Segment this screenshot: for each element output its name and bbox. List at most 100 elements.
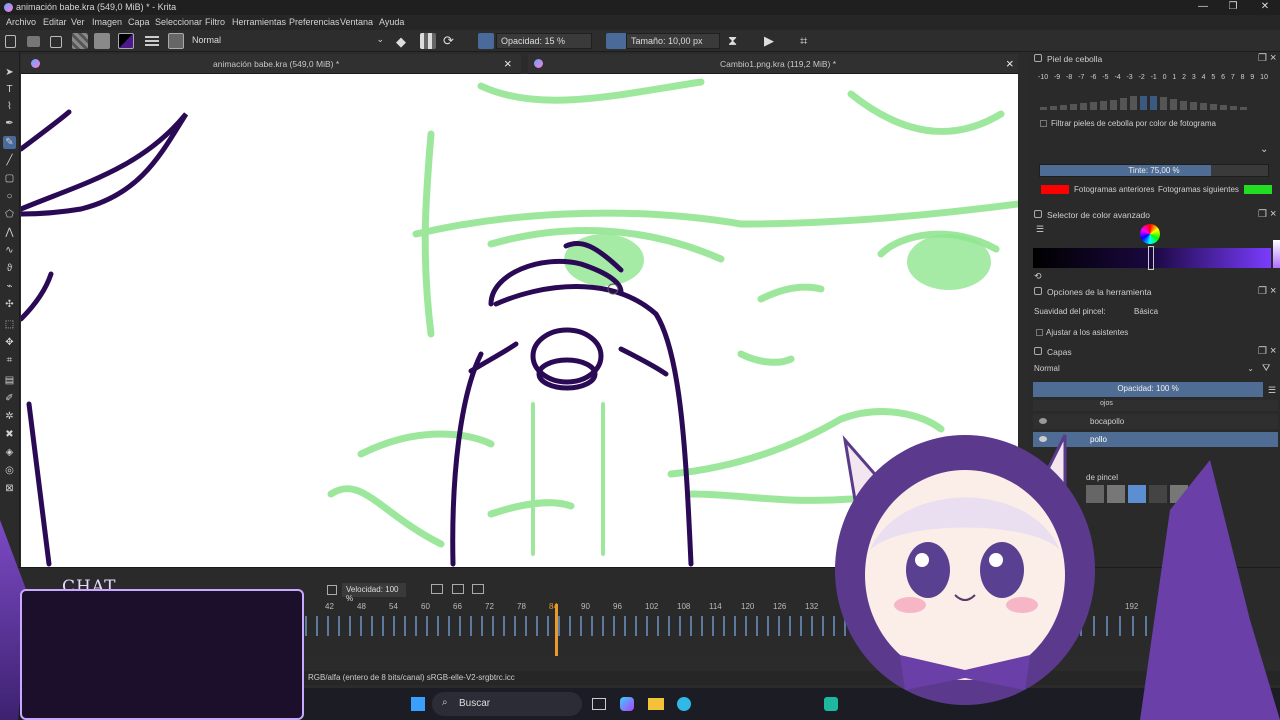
freehand-brush-icon[interactable]: ✎: [3, 136, 16, 149]
menu-capa[interactable]: Capa: [128, 17, 150, 27]
close-docker-icon[interactable]: ×: [1270, 285, 1276, 297]
color-history-strip[interactable]: [1273, 240, 1280, 268]
close-tab-icon[interactable]: ×: [1006, 56, 1014, 71]
brush-preset-icon[interactable]: [168, 33, 184, 49]
bezier-tool-icon[interactable]: ∿: [3, 244, 16, 257]
float-docker-icon[interactable]: ❐: [1258, 286, 1267, 297]
brush-settings-icon[interactable]: [145, 36, 159, 38]
color-swatch-icon[interactable]: [118, 33, 134, 49]
text-tool-icon[interactable]: T: [3, 83, 16, 96]
reset-color-icon[interactable]: ⟲: [1034, 271, 1042, 282]
save-icon[interactable]: [50, 36, 62, 48]
measure-tool-icon[interactable]: ⊠: [3, 482, 16, 495]
assistant-tool-icon[interactable]: ◎: [3, 464, 16, 477]
line-tool-icon[interactable]: ╱: [3, 154, 16, 167]
opacity-field[interactable]: Opacidad: 15 %: [496, 33, 592, 49]
menu-seleccionar[interactable]: Seleccionar: [155, 17, 202, 27]
search-box[interactable]: ⌕ Buscar: [432, 692, 582, 716]
close-icon[interactable]: ✕: [1250, 1, 1280, 15]
menu-editar[interactable]: Editar: [43, 17, 67, 27]
polygon-tool-icon[interactable]: ⬠: [3, 208, 16, 221]
copy-frame-icon[interactable]: [452, 584, 464, 594]
float-docker-icon[interactable]: ❐: [1258, 209, 1267, 220]
previous-frames-color[interactable]: [1041, 185, 1069, 194]
menu-preferencias[interactable]: Preferencias: [289, 17, 340, 27]
reload-icon[interactable]: ⟳: [443, 33, 454, 49]
open-folder-icon[interactable]: [27, 36, 40, 47]
document-tab-2[interactable]: Cambio1.png.kra (119,2 MiB) * ×: [528, 54, 1018, 74]
polyline-tool-icon[interactable]: ⋀: [3, 226, 16, 239]
close-docker-icon[interactable]: ×: [1270, 345, 1276, 357]
multibrush-icon[interactable]: ✣: [3, 298, 16, 311]
file-explorer-icon[interactable]: [648, 698, 664, 710]
maximize-icon[interactable]: ❐: [1218, 1, 1248, 15]
windows-start-icon[interactable]: [411, 697, 425, 711]
filter-icon[interactable]: ⛛: [1262, 363, 1270, 374]
filter-checkbox[interactable]: [1040, 120, 1047, 127]
new-document-icon[interactable]: [5, 35, 16, 48]
color-picker-icon[interactable]: ✐: [3, 392, 16, 405]
colorize-mask-icon[interactable]: ✖: [3, 428, 16, 441]
float-docker-icon[interactable]: ❐: [1258, 53, 1267, 64]
document-tab-1[interactable]: animación babe.kra (549,0 MiB) * ×: [21, 54, 521, 74]
speed-field[interactable]: Velocidad: 100 %: [342, 583, 406, 603]
copilot-icon[interactable]: [620, 697, 634, 711]
menu-ventana[interactable]: Ventana: [340, 17, 373, 27]
menu-imagen[interactable]: Imagen: [92, 17, 122, 27]
lock-icon[interactable]: [1034, 210, 1042, 218]
menu-archivo[interactable]: Archivo: [6, 17, 36, 27]
tint-slider[interactable]: Tinte: 75,00 %: [1039, 164, 1269, 177]
keyframe-track[interactable]: [305, 616, 855, 636]
task-view-icon[interactable]: [592, 698, 606, 710]
edge-icon[interactable]: [677, 697, 691, 711]
frame-view-icon[interactable]: [431, 584, 443, 594]
size-field[interactable]: Tamaño: 10,00 px: [626, 33, 720, 49]
wrap-around-icon[interactable]: ⌗: [800, 33, 807, 49]
layer-opacity-slider[interactable]: Opacidad: 100 %: [1033, 382, 1263, 397]
assistant-checkbox[interactable]: [1036, 329, 1043, 336]
clear-frame-icon[interactable]: [472, 584, 484, 594]
blend-mode-select[interactable]: Normal ⌄: [188, 33, 388, 49]
menu-filtro[interactable]: Filtro: [205, 17, 225, 27]
playhead[interactable]: [555, 604, 558, 656]
lock-icon[interactable]: [1034, 54, 1042, 62]
menu-icon[interactable]: ☰: [1268, 385, 1276, 396]
transform-tool-icon[interactable]: ⬚: [3, 318, 16, 331]
lock-icon[interactable]: [1034, 347, 1042, 355]
minimize-icon[interactable]: —: [1188, 1, 1218, 15]
fill-tool-icon[interactable]: ◈: [3, 446, 16, 459]
calligraphy-icon[interactable]: ✒: [3, 117, 16, 130]
dynamic-brush-icon[interactable]: ⌁: [3, 280, 16, 293]
edit-shapes-icon[interactable]: ⌇: [3, 100, 16, 113]
eraser-icon[interactable]: ◆: [396, 34, 406, 50]
menu-ayuda[interactable]: Ayuda: [379, 17, 404, 27]
chevron-down-icon[interactable]: ⌄: [1260, 144, 1268, 155]
hue-ring[interactable]: [1140, 224, 1160, 244]
menu-icon[interactable]: ☰: [1036, 224, 1044, 235]
alpha-lock-icon[interactable]: [420, 33, 436, 49]
timeline-settings-icon[interactable]: [327, 585, 337, 595]
color-cursor[interactable]: [1148, 246, 1154, 270]
smart-patch-icon[interactable]: ✲: [3, 410, 16, 423]
close-tab-icon[interactable]: ×: [504, 56, 512, 71]
float-docker-icon[interactable]: ❐: [1258, 346, 1267, 357]
menu-herramientas[interactable]: Herramientas: [232, 17, 286, 27]
rectangle-tool-icon[interactable]: ▢: [3, 172, 16, 185]
pattern-icon[interactable]: [72, 33, 88, 49]
ellipse-tool-icon[interactable]: ○: [3, 190, 16, 203]
smoothing-select[interactable]: Básica: [1134, 307, 1274, 316]
select-shapes-icon[interactable]: ➤: [3, 66, 16, 79]
mirror-vertical-icon[interactable]: ▶: [764, 33, 774, 49]
onion-skin-opacity-bars[interactable]: [1040, 94, 1268, 110]
move-tool-icon[interactable]: ✥: [3, 336, 16, 349]
freehand-path-icon[interactable]: ϑ: [3, 262, 16, 275]
close-docker-icon[interactable]: ×: [1270, 208, 1276, 220]
layer-blend-select[interactable]: Normal ⌄: [1034, 364, 1254, 373]
gradient-icon[interactable]: [94, 33, 110, 49]
mirror-horizontal-icon[interactable]: ⧗: [728, 33, 737, 49]
gradient-tool-icon[interactable]: ▤: [3, 374, 16, 387]
crop-tool-icon[interactable]: ⌗: [3, 354, 16, 367]
next-frames-color[interactable]: [1244, 185, 1272, 194]
lock-icon[interactable]: [1034, 287, 1042, 295]
menu-ver[interactable]: Ver: [71, 17, 85, 27]
